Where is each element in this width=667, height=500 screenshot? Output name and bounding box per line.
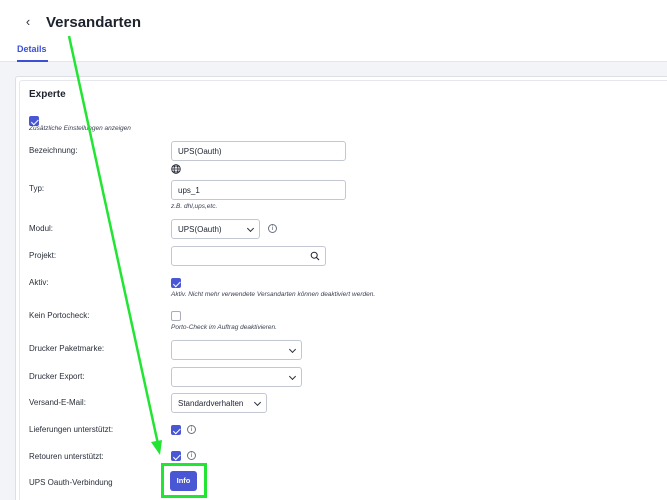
retouren-label: Retouren unterstützt: xyxy=(29,452,104,461)
chevron-left-icon[interactable]: ‹ xyxy=(21,14,35,30)
lieferungen-checkbox[interactable] xyxy=(171,425,181,435)
kein-portocheck-checkbox[interactable] xyxy=(171,311,181,321)
info-icon[interactable]: i xyxy=(187,451,196,460)
info-icon[interactable]: i xyxy=(187,425,196,434)
annotation-highlight-box xyxy=(161,463,207,498)
projekt-label: Projekt: xyxy=(29,251,57,260)
extra-settings-label: Zusätzliche Einstellungen anzeigen xyxy=(29,125,131,132)
page-title: Versandarten xyxy=(46,14,142,31)
aktiv-checkbox[interactable] xyxy=(171,278,181,288)
bezeichnung-label: Bezeichnung: xyxy=(29,146,78,155)
retouren-checkbox[interactable] xyxy=(171,451,181,461)
chevron-down-icon xyxy=(288,372,297,381)
lieferungen-label: Lieferungen unterstützt: xyxy=(29,425,114,434)
tab-details[interactable]: Details xyxy=(17,44,48,62)
aktiv-hint: Aktiv. Nicht mehr verwendete Versandarte… xyxy=(171,291,376,298)
modul-label: Modul: xyxy=(29,224,54,233)
chevron-down-icon xyxy=(288,345,297,354)
projekt-field[interactable] xyxy=(171,246,306,266)
versand-email-select[interactable]: Standardverhalten xyxy=(171,393,267,413)
typ-field[interactable]: ups_1 xyxy=(171,180,346,200)
ups-oauth-label: UPS Oauth-Verbindung xyxy=(29,478,113,487)
info-icon[interactable]: i xyxy=(268,224,277,233)
kein-portocheck-label: Kein Portocheck: xyxy=(29,311,90,320)
modul-select[interactable]: UPS(Oauth) xyxy=(171,219,260,239)
drucker-paketmarke-select[interactable] xyxy=(171,340,302,360)
kein-portocheck-hint: Porto-Check im Auftrag deaktivieren. xyxy=(171,324,277,331)
versand-email-label: Versand-E-Mail: xyxy=(29,398,86,407)
drucker-paketmarke-label: Drucker Paketmarke: xyxy=(29,344,105,353)
typ-hint: z.B. dhl,ups,etc. xyxy=(171,203,218,210)
modul-select-value: UPS(Oauth) xyxy=(178,225,222,234)
chevron-down-icon xyxy=(253,398,262,407)
chevron-down-icon xyxy=(246,224,255,233)
versand-email-value: Standardverhalten xyxy=(178,399,244,408)
aktiv-label: Aktiv: xyxy=(29,278,49,287)
typ-label: Typ: xyxy=(29,184,45,193)
bezeichnung-field[interactable]: UPS(Oauth) xyxy=(171,141,346,161)
drucker-export-select[interactable] xyxy=(171,367,302,387)
drucker-export-label: Drucker Export: xyxy=(29,372,85,381)
top-bar: ‹ Versandarten Details xyxy=(0,0,667,62)
globe-icon[interactable] xyxy=(171,161,181,174)
section-title: Experte xyxy=(29,89,66,100)
search-button[interactable] xyxy=(305,246,326,266)
search-icon xyxy=(310,251,320,261)
